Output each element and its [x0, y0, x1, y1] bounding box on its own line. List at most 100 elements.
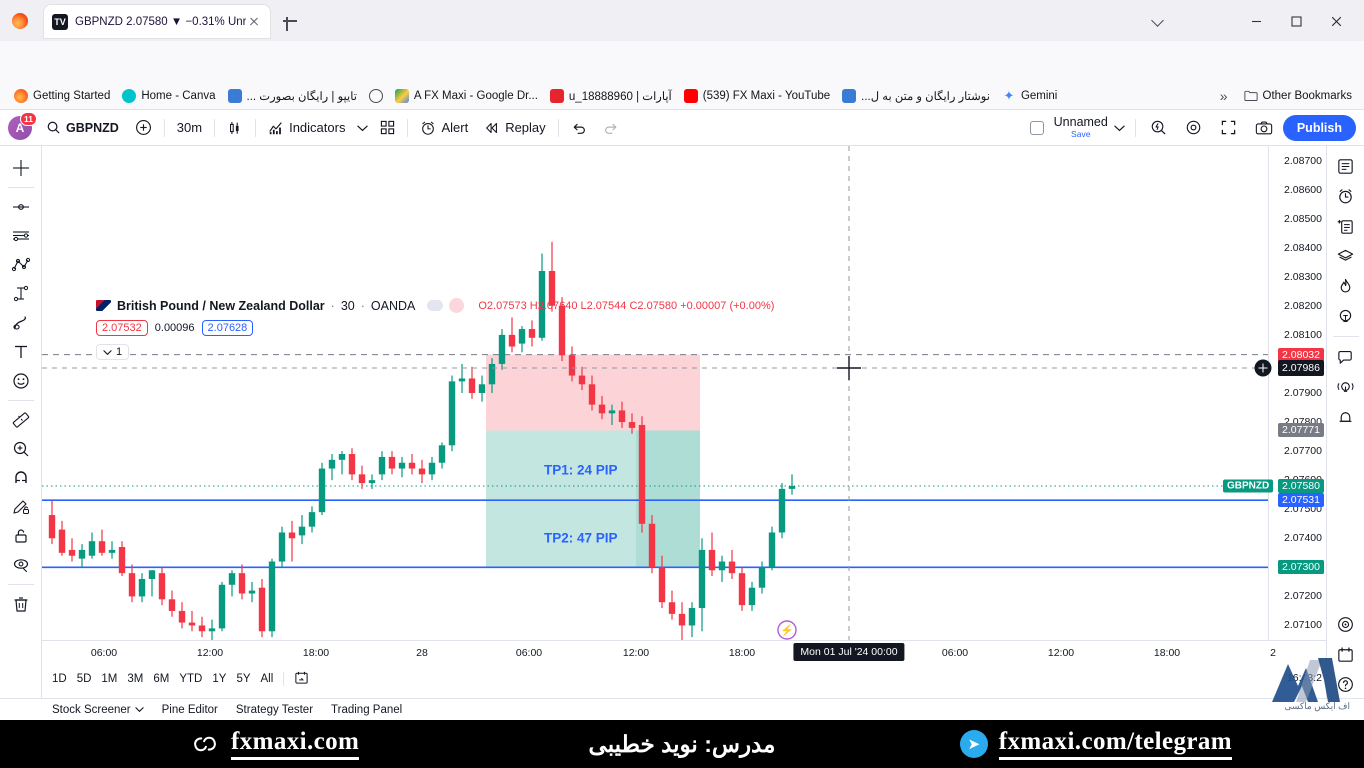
notifications-bell-icon[interactable] [1331, 403, 1361, 431]
maximize-button[interactable] [1276, 10, 1316, 32]
layout-name-button[interactable]: Unnamed Save [1054, 116, 1108, 138]
time-range-button[interactable]: 3M [127, 673, 143, 685]
time-range-button[interactable]: 1D [52, 673, 67, 685]
chat-icon[interactable] [1331, 343, 1361, 371]
pitchfork-icon[interactable] [6, 251, 36, 279]
bookmark-item[interactable]: A FX Maxi - Google Dr... [389, 87, 544, 105]
bookmark-item[interactable]: تایپو | رایگان بصورت ... [222, 87, 363, 105]
layout-checkbox[interactable] [1022, 114, 1052, 142]
candle-body [628, 422, 636, 428]
status-bar-item-label: Stock Screener [52, 703, 131, 716]
legend-quote-row: 2.07532 0.00096 2.07628 [96, 320, 774, 336]
bookmarks-chevron-right-icon[interactable]: » [1214, 86, 1234, 106]
bookmark-item[interactable]: آپارات | u_18888960 [544, 87, 678, 105]
window-controls [1236, 10, 1356, 32]
price-tick-label: 2.07700 [1284, 445, 1322, 458]
price-chart[interactable]: TP1: 24 PIP TP2: 47 PIP ⚡ British Pound / … [42, 146, 1268, 640]
bookmark-item[interactable]: Getting Started [8, 87, 116, 105]
chevron-down-icon[interactable] [1152, 15, 1164, 27]
horizontal-lines-icon[interactable] [6, 222, 36, 250]
status-bar-item[interactable]: Pine Editor [162, 704, 218, 716]
bookmark-item[interactable]: ✦ Gemini [996, 87, 1063, 105]
chevron-down-icon[interactable] [134, 704, 144, 716]
close-window-button[interactable] [1316, 10, 1356, 32]
snapshot-button[interactable] [1247, 114, 1281, 142]
time-range-button[interactable]: 5D [77, 673, 92, 685]
alerts-clock-icon[interactable] [1331, 182, 1361, 210]
bookmark-label: Getting Started [33, 89, 111, 102]
footer-right-group[interactable]: ➤ fxmaxi.com/telegram [959, 728, 1232, 760]
layout-chevron-down-icon[interactable] [1110, 114, 1129, 142]
candle-body [388, 456, 396, 469]
remove-drawings-icon[interactable] [6, 590, 36, 618]
trend-line-icon[interactable] [6, 193, 36, 221]
time-range-button[interactable]: All [261, 673, 274, 685]
minimize-button[interactable] [1236, 10, 1276, 32]
candlestick-chart-canvas[interactable]: TP1: 24 PIP TP2: 47 PIP ⚡ [42, 146, 1268, 640]
fullscreen-button[interactable] [1212, 114, 1245, 142]
settings-button[interactable] [1177, 114, 1210, 142]
stay-in-drawing-mode-icon[interactable] [6, 493, 36, 521]
last-price-badge: 2.07580 [1278, 478, 1324, 493]
collapse-chip[interactable]: 1 [96, 344, 130, 360]
measure-ruler-icon[interactable] [6, 406, 36, 434]
close-icon[interactable] [246, 14, 262, 30]
new-tab-button[interactable] [280, 11, 300, 31]
bookmark-item[interactable] [363, 87, 389, 105]
emoji-icon[interactable] [6, 367, 36, 395]
lock-drawings-icon[interactable] [6, 522, 36, 550]
cursor-crosshair-icon[interactable] [6, 154, 36, 182]
layers-icon[interactable] [1331, 242, 1361, 270]
avatar[interactable]: A 11 [8, 111, 37, 140]
legend-settings-icon[interactable] [449, 298, 465, 313]
date-range-calendar-icon[interactable] [294, 670, 309, 688]
status-bar-item[interactable]: Trading Panel [331, 704, 402, 716]
google-drive-icon [394, 88, 409, 103]
time-range-button[interactable]: 5Y [236, 673, 250, 685]
interval-button[interactable]: 30m [169, 114, 210, 142]
time-scale[interactable]: 06:00 12:00 18:00 28 06:00 12:00 18:00 06:00 12:… [42, 640, 1326, 666]
divider [283, 672, 285, 686]
bookmark-label: نوشتار رایگان و متن به ل... [861, 90, 990, 103]
text-icon[interactable] [6, 338, 36, 366]
data-window-icon[interactable] [1331, 212, 1361, 240]
add-order-plus-icon[interactable] [1254, 359, 1272, 377]
broadcast-idea-icon[interactable] [1331, 373, 1361, 401]
publish-button[interactable]: Publish [1282, 114, 1356, 141]
redo-button[interactable] [595, 114, 627, 142]
measure-position-icon[interactable] [6, 280, 36, 308]
indicators-button[interactable]: Indicators [260, 114, 353, 142]
object-tree-icon[interactable] [1331, 610, 1361, 638]
symbol-search-button[interactable]: GBPNZD [38, 114, 127, 142]
bookmark-item[interactable]: Home - Canva [116, 87, 221, 105]
brush-icon[interactable] [6, 309, 36, 337]
chart-style-button[interactable] [219, 114, 251, 142]
indicators-chevron-down-icon[interactable] [353, 114, 372, 142]
magnet-icon[interactable] [6, 464, 36, 492]
bookmark-item[interactable]: (539) FX Maxi - YouTube [678, 87, 836, 105]
hotlist-flame-icon[interactable] [1331, 272, 1361, 300]
bookmark-item[interactable]: نوشتار رایگان و متن به ل... [836, 87, 996, 105]
status-bar-item[interactable]: Strategy Tester [236, 704, 313, 716]
hide-drawings-icon[interactable] [6, 551, 36, 579]
quick-search-button[interactable] [1142, 114, 1175, 142]
time-range-button[interactable]: YTD [179, 673, 202, 685]
watchlist-icon[interactable] [1331, 152, 1361, 180]
legend-eye-icon[interactable] [427, 300, 444, 311]
candle-body [488, 363, 496, 385]
time-range-button[interactable]: 1Y [212, 673, 226, 685]
time-range-button[interactable]: 1M [101, 673, 117, 685]
alert-button[interactable]: Alert [412, 114, 476, 142]
other-bookmarks-folder[interactable]: Other Bookmarks [1238, 87, 1358, 104]
replay-button[interactable]: Replay [476, 114, 553, 142]
undo-button[interactable] [563, 114, 595, 142]
zoom-in-icon[interactable] [6, 435, 36, 463]
time-range-button[interactable]: 6M [153, 673, 169, 685]
footer-left-group[interactable]: fxmaxi.com [190, 728, 360, 760]
status-bar-item[interactable]: Stock Screener [52, 704, 144, 716]
ideas-lightbulb-icon[interactable] [1331, 302, 1361, 330]
add-symbol-button[interactable] [127, 114, 160, 142]
price-scale[interactable]: 2.08700 2.08600 2.08500 2.08400 2.08300 2.082… [1223, 146, 1326, 640]
templates-button[interactable] [372, 114, 403, 142]
browser-tab[interactable]: TV GBPNZD 2.07580 ▼ −0.31% Unr [44, 5, 270, 38]
